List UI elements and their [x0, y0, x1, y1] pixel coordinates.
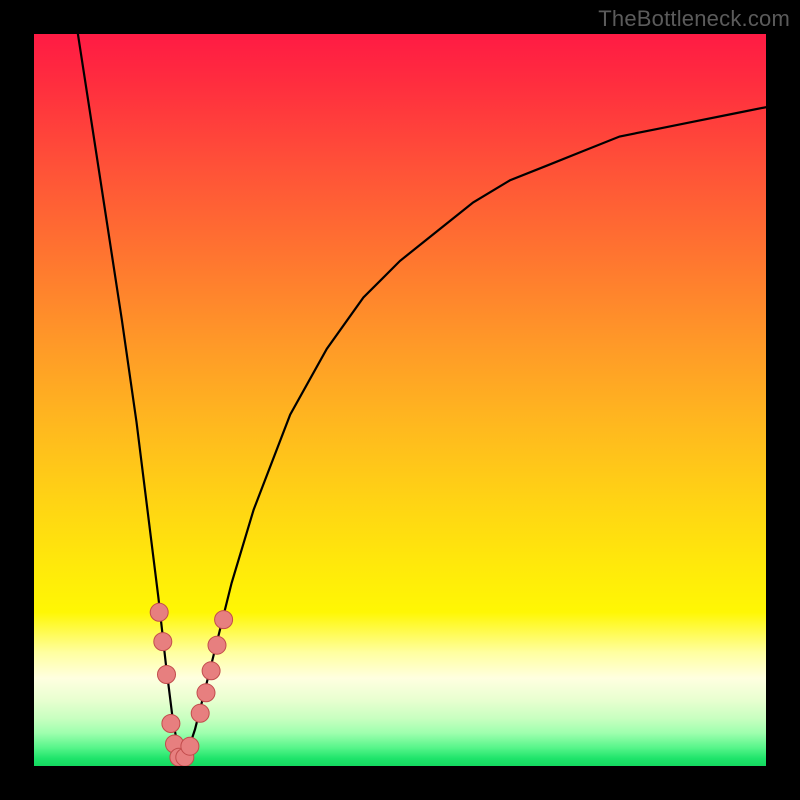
chart-frame: TheBottleneck.com	[0, 0, 800, 800]
watermark-text: TheBottleneck.com	[598, 6, 790, 32]
background-gradient	[34, 34, 766, 766]
plot-area	[34, 34, 766, 766]
